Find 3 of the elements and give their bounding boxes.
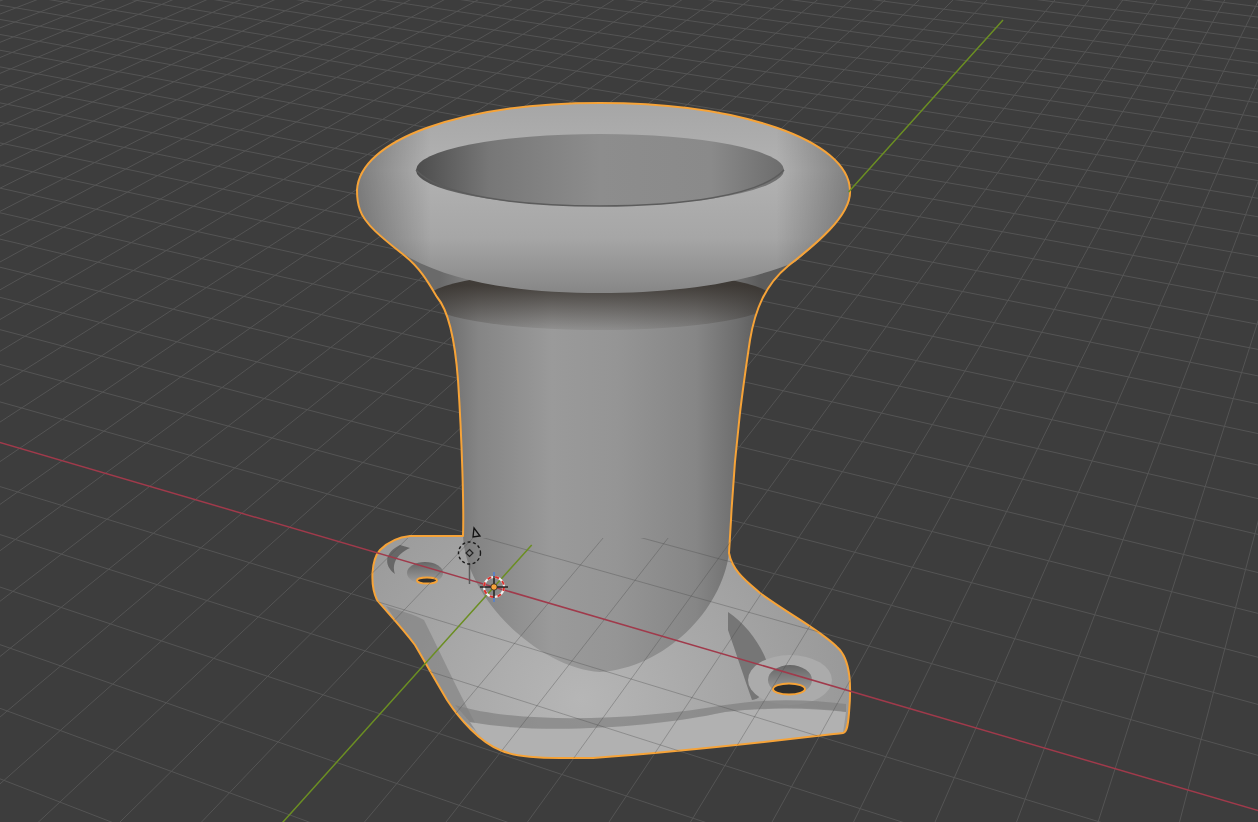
crosshair-icon xyxy=(479,571,509,603)
light-source-icon xyxy=(457,526,482,585)
origin-dot-icon xyxy=(490,583,498,591)
